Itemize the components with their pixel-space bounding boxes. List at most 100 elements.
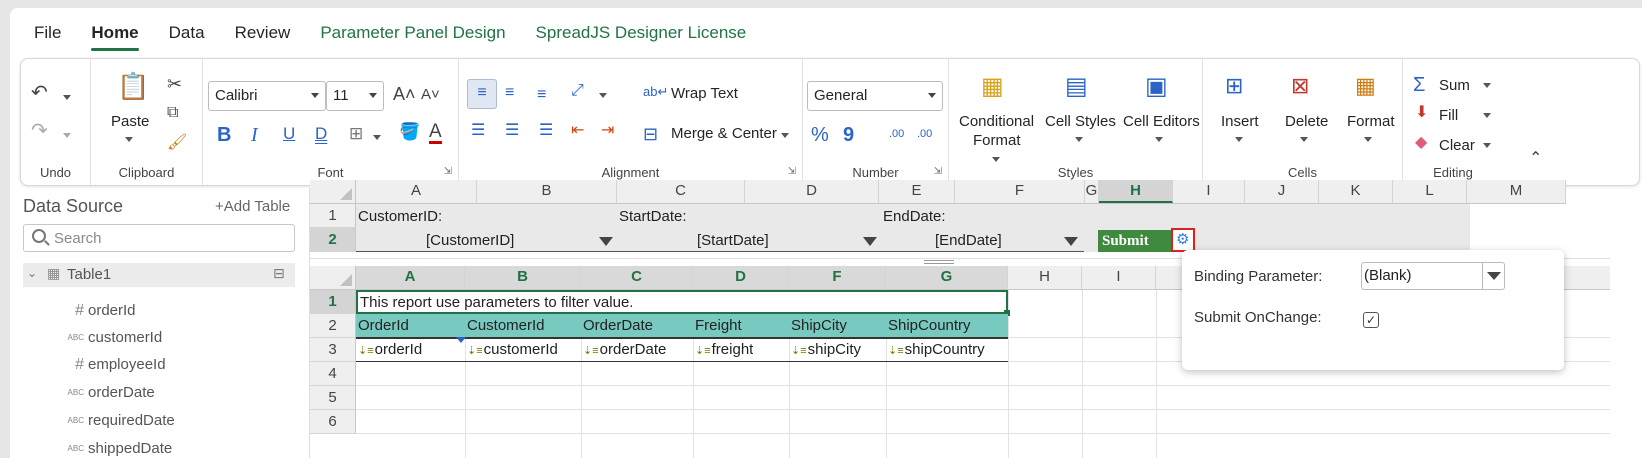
merge-center-icon[interactable]: ⊟ (643, 125, 658, 143)
binding-parameter-select[interactable]: (Blank) (1361, 262, 1505, 290)
start-label[interactable]: StartDate: (619, 208, 687, 225)
bold-button[interactable]: B (217, 125, 231, 145)
column-header[interactable]: E (879, 180, 955, 203)
collapse-ribbon-icon[interactable]: ⌃ (1529, 151, 1542, 167)
copy-icon[interactable]: ⧉ (167, 105, 178, 121)
cell-settings-button[interactable]: ⚙ (1171, 228, 1195, 252)
redo-icon[interactable]: ↷ (31, 121, 48, 141)
field-item[interactable]: # employeeId (62, 356, 165, 373)
percent-button[interactable]: % (811, 125, 829, 145)
column-header-selected[interactable]: H (1099, 180, 1173, 203)
binding-cell[interactable]: ⇣≡orderId (358, 341, 422, 358)
column-header[interactable]: B (477, 180, 617, 203)
table-options-icon[interactable]: ⊟ (273, 265, 285, 282)
merge-dropdown-icon[interactable] (781, 133, 789, 138)
delete-button[interactable]: Delete (1285, 113, 1328, 130)
row-header[interactable]: 5 (310, 386, 356, 410)
insert-icon[interactable]: ⊞ (1225, 75, 1243, 97)
underline-button[interactable]: U (283, 125, 295, 142)
sheet-corner[interactable] (310, 180, 356, 204)
insert-dropdown-icon[interactable] (1235, 137, 1243, 142)
chevron-down-icon[interactable] (1482, 263, 1504, 289)
start-combo[interactable]: [StartDate] (619, 229, 883, 252)
table-header-cell[interactable]: CustomerId (467, 317, 545, 334)
wrap-text-button[interactable]: Wrap Text (671, 85, 738, 102)
row-header[interactable]: 1 (310, 204, 356, 228)
decrease-font-icon[interactable]: A˅ (421, 87, 440, 102)
column-header[interactable]: I (1082, 266, 1156, 289)
cell-editors-icon[interactable]: ▣ (1145, 75, 1168, 99)
font-dialog-launcher-icon[interactable]: ⇲ (444, 166, 452, 177)
end-label[interactable]: EndDate: (883, 208, 946, 225)
tree-table-row[interactable]: ⌄ ▦ Table1 ⊟ (23, 263, 295, 287)
row-header[interactable]: 3 (310, 338, 356, 362)
delete-icon[interactable]: ⊠ (1291, 75, 1309, 97)
chevron-down-icon[interactable] (1064, 237, 1078, 246)
redo-dropdown-icon[interactable] (63, 133, 71, 138)
field-item[interactable]: # orderId (62, 302, 135, 319)
row-header[interactable]: 2 (310, 314, 356, 338)
format-painter-icon[interactable]: 🖌 (167, 135, 187, 151)
format-icon[interactable]: ▦ (1355, 75, 1376, 97)
decrease-indent-icon[interactable]: ⇤ (571, 123, 584, 139)
column-header[interactable]: D (745, 180, 879, 203)
column-header[interactable]: G (1085, 180, 1099, 203)
table-header-cell[interactable]: OrderDate (583, 317, 653, 334)
column-header-selected[interactable]: B (465, 266, 581, 289)
align-middle-icon[interactable]: ≡ (505, 85, 514, 101)
column-header-selected[interactable]: D (693, 266, 789, 289)
filter-icon[interactable] (456, 337, 466, 343)
font-size-select[interactable]: 11 (326, 81, 384, 111)
end-combo[interactable]: [EndDate] (883, 229, 1084, 252)
fill-color-icon[interactable]: 🪣 (399, 123, 420, 140)
field-item[interactable]: ABC customerId (62, 329, 163, 346)
undo-dropdown-icon[interactable] (63, 95, 71, 100)
column-header[interactable]: M (1467, 180, 1566, 203)
clear-dropdown-icon[interactable] (1483, 143, 1491, 148)
increase-indent-icon[interactable]: ⇥ (601, 123, 614, 139)
fill-button[interactable]: Fill (1439, 107, 1458, 124)
binding-cell[interactable]: ⇣≡customerId (467, 341, 558, 358)
binding-cell[interactable]: ⇣≡shipCity (791, 341, 861, 358)
cell-styles-button[interactable]: Cell Styles (1045, 113, 1116, 130)
number-dialog-launcher-icon[interactable]: ⇲ (934, 166, 942, 177)
number-format-select[interactable]: General (807, 81, 943, 111)
paste-dropdown-icon[interactable] (125, 137, 133, 142)
tab-designer-license[interactable]: SpreadJS Designer License (536, 15, 747, 51)
customer-combo[interactable]: [CustomerID] (356, 229, 619, 252)
clear-button[interactable]: Clear (1439, 137, 1475, 154)
conditional-format-label-1[interactable]: Conditional (959, 113, 1034, 130)
cut-icon[interactable]: ✂ (167, 75, 182, 93)
row-header[interactable]: 4 (310, 362, 356, 386)
chevron-down-icon[interactable]: ⌄ (27, 266, 37, 280)
column-header[interactable]: K (1319, 180, 1393, 203)
sum-dropdown-icon[interactable] (1483, 83, 1491, 88)
cell-styles-dropdown-icon[interactable] (1075, 137, 1083, 142)
increase-font-icon[interactable]: A˄ (393, 85, 416, 103)
column-header[interactable]: H (1008, 266, 1082, 289)
double-underline-button[interactable]: D (315, 125, 327, 142)
align-center-icon[interactable]: ☰ (505, 123, 519, 139)
orientation-dropdown-icon[interactable] (599, 93, 607, 98)
customer-label[interactable]: CustomerID: (358, 208, 442, 225)
border-icon[interactable]: ⊞ (349, 125, 363, 142)
tab-home[interactable]: Home (91, 15, 139, 51)
align-right-icon[interactable]: ☰ (539, 123, 553, 139)
field-item[interactable]: ABC orderDate (62, 384, 155, 401)
undo-icon[interactable]: ↶ (31, 83, 48, 103)
note-cell[interactable]: This report use parameters to filter val… (356, 290, 1010, 316)
chevron-down-icon[interactable] (863, 237, 877, 246)
tab-parameter-panel-design[interactable]: Parameter Panel Design (320, 15, 505, 51)
conditional-format-icon[interactable]: ▦ (981, 75, 1004, 99)
align-left-icon[interactable]: ☰ (471, 123, 485, 139)
conditional-format-label-2[interactable]: Format (973, 132, 1021, 149)
table-header-cell[interactable]: ShipCountry (888, 317, 971, 334)
column-header-selected[interactable]: G (886, 266, 1008, 289)
search-input[interactable]: Search (23, 224, 295, 252)
table-header-cell[interactable]: ShipCity (791, 317, 847, 334)
submit-button[interactable]: Submit (1098, 230, 1173, 252)
merge-center-button[interactable]: Merge & Center (671, 125, 777, 142)
add-table-button[interactable]: +Add Table (215, 198, 290, 215)
delete-dropdown-icon[interactable] (1300, 137, 1308, 142)
align-bottom-icon[interactable]: ≡ (537, 87, 546, 103)
